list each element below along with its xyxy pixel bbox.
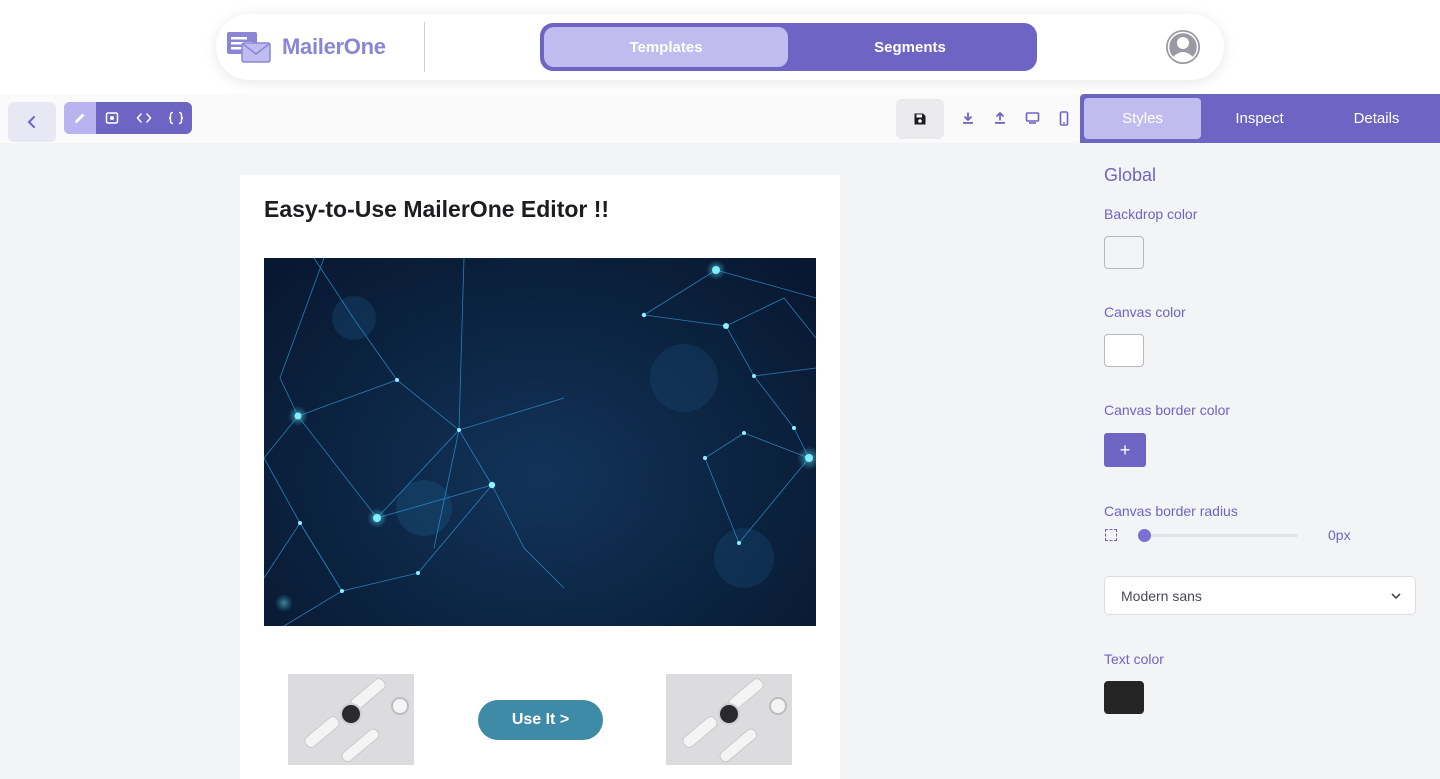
- app-header: MailerOne Templates Segments: [216, 14, 1224, 80]
- text-color-swatch[interactable]: [1104, 681, 1144, 714]
- view-toggle: Templates Segments: [540, 23, 1037, 71]
- user-avatar-icon[interactable]: [1166, 30, 1200, 64]
- pencil-icon: [75, 113, 85, 123]
- back-button[interactable]: [8, 102, 56, 142]
- preview-mode-button[interactable]: [96, 102, 128, 134]
- download-icon: [963, 112, 973, 124]
- upload-button[interactable]: [989, 107, 1011, 129]
- editor-workspace: Easy-to-Use MailerOne Editor !! Use It >: [0, 143, 1080, 779]
- json-mode-button[interactable]: [160, 102, 192, 134]
- hero-image[interactable]: [264, 258, 816, 626]
- mobile-view-button[interactable]: [1053, 107, 1075, 129]
- desktop-view-button[interactable]: [1021, 107, 1043, 129]
- edit-mode-button[interactable]: [64, 102, 96, 134]
- editor-mode-group: [64, 102, 192, 134]
- tab-inspect[interactable]: Inspect: [1201, 98, 1318, 139]
- panel-tabs: Styles Inspect Details: [1080, 94, 1440, 143]
- mailer-logo-icon: [226, 30, 272, 64]
- use-it-button[interactable]: Use It >: [478, 700, 603, 740]
- backdrop-color-label: Backdrop color: [1104, 206, 1198, 222]
- global-section-title: Global: [1104, 165, 1157, 185]
- border-radius-value: 0px: [1328, 527, 1351, 543]
- preview-icon: [105, 112, 119, 124]
- save-button[interactable]: [896, 99, 944, 139]
- html-mode-button[interactable]: [128, 102, 160, 134]
- font-family-value: Modern sans: [1121, 587, 1202, 604]
- tab-segments[interactable]: Segments: [788, 27, 1032, 67]
- border-radius-slider-track[interactable]: [1138, 534, 1298, 537]
- tab-templates[interactable]: Templates: [544, 27, 788, 67]
- styles-panel: Styles Inspect Details Global Backdrop c…: [1080, 94, 1440, 779]
- app-name: MailerOne: [282, 34, 386, 59]
- upload-icon: [995, 111, 1005, 124]
- mobile-icon: [1059, 110, 1069, 126]
- text-color-label: Text color: [1104, 651, 1164, 667]
- chevron-left-icon: [27, 116, 35, 128]
- tab-details[interactable]: Details: [1318, 98, 1435, 139]
- canvas-border-color-label: Canvas border color: [1104, 402, 1231, 418]
- header-divider: [424, 22, 425, 72]
- border-radius-icon: [1105, 529, 1117, 541]
- chevron-down-icon: [1391, 593, 1401, 600]
- border-radius-slider-thumb[interactable]: [1138, 529, 1151, 542]
- add-border-color-button[interactable]: +: [1104, 433, 1146, 467]
- tab-styles[interactable]: Styles: [1084, 98, 1201, 139]
- email-heading[interactable]: Easy-to-Use MailerOne Editor !!: [264, 196, 609, 223]
- product-image-left[interactable]: [288, 674, 414, 765]
- backdrop-color-swatch[interactable]: [1104, 236, 1144, 269]
- save-icon: [914, 113, 926, 125]
- canvas-border-radius-label: Canvas border radius: [1104, 503, 1238, 519]
- json-braces-icon: [168, 111, 184, 125]
- code-icon: [136, 113, 152, 123]
- email-canvas[interactable]: Easy-to-Use MailerOne Editor !! Use It >: [240, 175, 840, 779]
- canvas-color-label: Canvas color: [1104, 304, 1186, 320]
- canvas-color-swatch[interactable]: [1104, 334, 1144, 367]
- download-button[interactable]: [957, 107, 979, 129]
- product-image-right[interactable]: [666, 674, 792, 765]
- editor-toolbar: [0, 94, 1080, 143]
- font-family-select[interactable]: Modern sans: [1104, 576, 1416, 615]
- desktop-icon: [1025, 112, 1039, 124]
